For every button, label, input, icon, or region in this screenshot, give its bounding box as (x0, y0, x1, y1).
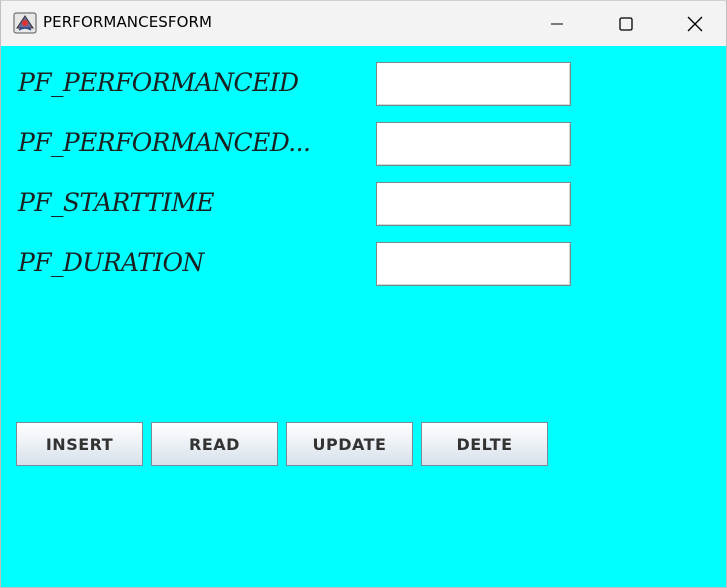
insert-button[interactable]: INSERT (16, 422, 143, 466)
title-bar[interactable]: PERFORMANCESFORM (1, 1, 726, 46)
maximize-button[interactable] (603, 1, 649, 46)
delete-button[interactable]: DELTE (421, 422, 548, 466)
performance-date-input[interactable] (376, 122, 571, 166)
duration-label: PF_DURATION (18, 248, 204, 277)
java-app-icon (13, 12, 37, 34)
close-icon (687, 16, 703, 32)
performance-id-label: PF_PERFORMANCEID (18, 68, 299, 97)
minimize-icon (551, 23, 563, 25)
read-button[interactable]: READ (151, 422, 278, 466)
performance-date-label: PF_PERFORMANCED... (18, 128, 311, 157)
start-time-label: PF_STARTTIME (18, 188, 214, 217)
app-window: PERFORMANCESFORM PF_PERFORMANCEID PF_PER… (0, 0, 727, 588)
performance-id-input[interactable] (376, 62, 571, 106)
minimize-button[interactable] (534, 1, 580, 46)
update-button[interactable]: UPDATE (286, 422, 413, 466)
close-button[interactable] (672, 1, 718, 46)
form-panel: PF_PERFORMANCEID PF_PERFORMANCED... PF_S… (1, 46, 726, 587)
window-title: PERFORMANCESFORM (43, 13, 213, 31)
maximize-icon (619, 17, 633, 31)
duration-input[interactable] (376, 242, 571, 286)
start-time-input[interactable] (376, 182, 571, 226)
